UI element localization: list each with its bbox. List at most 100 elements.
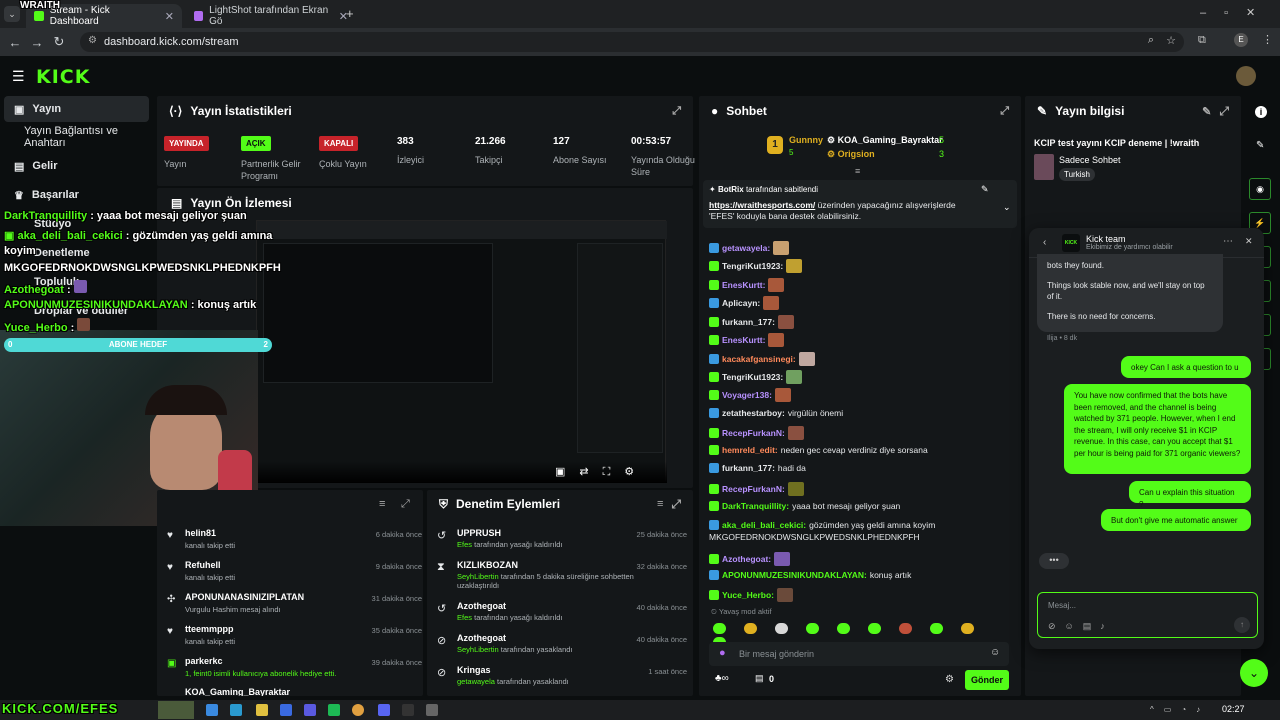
chat-username[interactable]: EnesKurtt:: [722, 280, 765, 290]
stream-preview-video[interactable]: ▣⇄⛶⚙: [256, 220, 667, 483]
emote-icon[interactable]: [744, 623, 757, 634]
chat-input[interactable]: ● Bir mesaj gönderin ☺: [709, 642, 1009, 666]
expand-pinned-icon[interactable]: ⌄: [1003, 202, 1011, 213]
chat-username[interactable]: RecepFurkanN:: [722, 484, 785, 494]
leader-name[interactable]: Gunnny: [789, 135, 823, 145]
forward-icon[interactable]: →: [26, 31, 48, 53]
hamburger-menu-icon[interactable]: ☰: [12, 68, 25, 85]
sidebar-item-gelir[interactable]: ▤ Gelir: [4, 153, 149, 179]
explorer-icon[interactable]: [256, 704, 268, 716]
browser-menu-icon[interactable]: ⋮: [1262, 33, 1273, 46]
expand-icon[interactable]: ⤢: [401, 498, 410, 511]
start-icon[interactable]: [206, 704, 218, 716]
chrome-icon[interactable]: [352, 704, 364, 716]
sidebar-item-stream-key[interactable]: Yayın Bağlantısı ve Anahtarı: [4, 124, 149, 150]
chat-username[interactable]: getawayela:: [722, 243, 770, 253]
chat-username[interactable]: aka_deli_bali_cekici:: [722, 520, 806, 530]
spotify-icon[interactable]: [328, 704, 340, 716]
expand-icon[interactable]: ⤢: [1219, 104, 1229, 119]
attachment-icons[interactable]: ⊘☺▤♪: [1048, 621, 1114, 632]
chat-username[interactable]: Voyager138:: [722, 390, 772, 400]
filter-icon[interactable]: ≡: [379, 498, 385, 510]
new-tab-icon[interactable]: +: [346, 6, 354, 21]
site-info-icon[interactable]: ⚙: [88, 35, 97, 46]
emote-icon[interactable]: [837, 623, 850, 634]
stream-category[interactable]: Sadece Sohbet: [1059, 155, 1121, 165]
filter-icon[interactable]: ≡: [657, 498, 663, 510]
expand-icon[interactable]: ⤢: [1000, 105, 1009, 118]
chat-username[interactable]: RecepFurkanN:: [722, 428, 785, 438]
support-toggle-button[interactable]: ⌄: [1240, 659, 1268, 687]
expand-icon[interactable]: ⤢: [672, 105, 681, 118]
back-icon[interactable]: ‹: [1043, 237, 1046, 248]
unpin-icon[interactable]: ✎: [981, 184, 989, 195]
gift-icon[interactable]: ▤: [755, 673, 764, 684]
player-control-icons[interactable]: ▣⇄⛶⚙: [555, 465, 648, 479]
rail-button-camera-icon[interactable]: ◉: [1249, 178, 1271, 200]
chat-settings-icon[interactable]: ⚙: [945, 674, 954, 685]
channel-points-icon[interactable]: ♣∞: [715, 673, 729, 684]
chat-username[interactable]: Yuce_Herbo:: [722, 590, 774, 600]
obs-icon[interactable]: [402, 704, 414, 716]
sidebar-item-basarilar[interactable]: ♛ Başarılar: [4, 182, 149, 208]
bookmark-star-icon[interactable]: ☆: [1166, 34, 1176, 47]
discord-icon[interactable]: [378, 704, 390, 716]
chat-username[interactable]: APONUNMUZESINIKUNDAKLAYAN:: [722, 570, 867, 580]
chat-username[interactable]: TengriKut1923:: [722, 261, 783, 271]
expand-icon[interactable]: ⤢: [671, 497, 681, 512]
emoji-icon[interactable]: ☺: [990, 647, 1000, 658]
chat-username[interactable]: furkann_177:: [722, 463, 775, 473]
system-tray-icons[interactable]: ^▭◔♪: [1150, 705, 1210, 714]
user-avatar[interactable]: [1236, 66, 1256, 86]
chat-username[interactable]: Aplicayn:: [722, 298, 760, 308]
emote-icon[interactable]: [868, 623, 881, 634]
pen-icon[interactable]: ✎: [1256, 140, 1264, 151]
stream-tag[interactable]: Turkish: [1059, 168, 1095, 181]
edge-icon[interactable]: [230, 704, 242, 716]
emote-icon[interactable]: [806, 623, 819, 634]
reload-icon[interactable]: ↻: [48, 31, 70, 53]
app-icon[interactable]: [304, 704, 316, 716]
pinned-link[interactable]: https://wraithesports.com/: [709, 200, 815, 210]
emote-icon[interactable]: [961, 623, 974, 634]
activity-row: ▣ parkerkc 1, feint0 isimli kullanıcıya ab…: [167, 656, 422, 686]
close-icon[interactable]: ✕: [1245, 236, 1253, 247]
chat-username[interactable]: hemreld_edit:: [722, 445, 778, 455]
zoom-icon[interactable]: ⌕: [1148, 34, 1154, 47]
app-icon[interactable]: [426, 704, 438, 716]
collapse-leaderboard-icon[interactable]: ≡: [855, 166, 860, 176]
support-message-input[interactable]: Mesaj... ⊘☺▤♪ ↑: [1037, 592, 1258, 638]
gifter-row[interactable]: ⚙ Origsion: [827, 149, 875, 160]
kick-logo[interactable]: KICK: [36, 66, 90, 88]
activity-time: 9 dakika önce: [375, 562, 422, 571]
chat-username[interactable]: Azothegoat:: [722, 554, 771, 564]
sidebar-item-yayin[interactable]: ▣ Yayın: [4, 96, 149, 122]
chat-username[interactable]: kacakafgansinegi:: [722, 354, 796, 364]
address-bar[interactable]: ⚙ dashboard.kick.com/stream ⌕ ☆: [80, 32, 1184, 52]
gifter-row[interactable]: ⚙ KOA_Gaming_Bayraktar: [827, 135, 943, 146]
send-button[interactable]: Gönder: [965, 670, 1009, 690]
send-icon[interactable]: ↑: [1234, 617, 1250, 633]
info-icon[interactable]: i: [1255, 106, 1267, 118]
emote-icon[interactable]: [899, 623, 912, 634]
chat-username[interactable]: furkann_177:: [722, 317, 775, 327]
tab-search-icon[interactable]: ⌄: [4, 6, 20, 22]
chat-username[interactable]: TengriKut1923:: [722, 372, 783, 382]
emote-icon: [798, 352, 815, 366]
edit-icon[interactable]: ✎: [1202, 105, 1211, 118]
close-tab-icon[interactable]: ✕: [165, 10, 174, 23]
emote-icon[interactable]: [775, 623, 788, 634]
chat-username[interactable]: EnesKurtt:: [722, 335, 765, 345]
chat-username[interactable]: DarkTranquillity:: [722, 501, 789, 511]
emote-icon[interactable]: [930, 623, 943, 634]
profile-avatar[interactable]: E: [1234, 33, 1248, 47]
emote-icon[interactable]: [713, 623, 726, 634]
outlook-icon[interactable]: [280, 704, 292, 716]
tab-lightshot[interactable]: LightShot tarafından Ekran Gö ✕: [186, 4, 356, 28]
mic-icon[interactable]: ●: [719, 647, 726, 659]
chat-username[interactable]: zetathestarboy:: [722, 408, 785, 418]
back-icon[interactable]: ←: [4, 31, 26, 53]
window-controls[interactable]: –▫✕: [1200, 6, 1273, 19]
extensions-icon[interactable]: ⧉: [1198, 34, 1206, 47]
more-options-icon[interactable]: ⋯: [1223, 236, 1233, 247]
